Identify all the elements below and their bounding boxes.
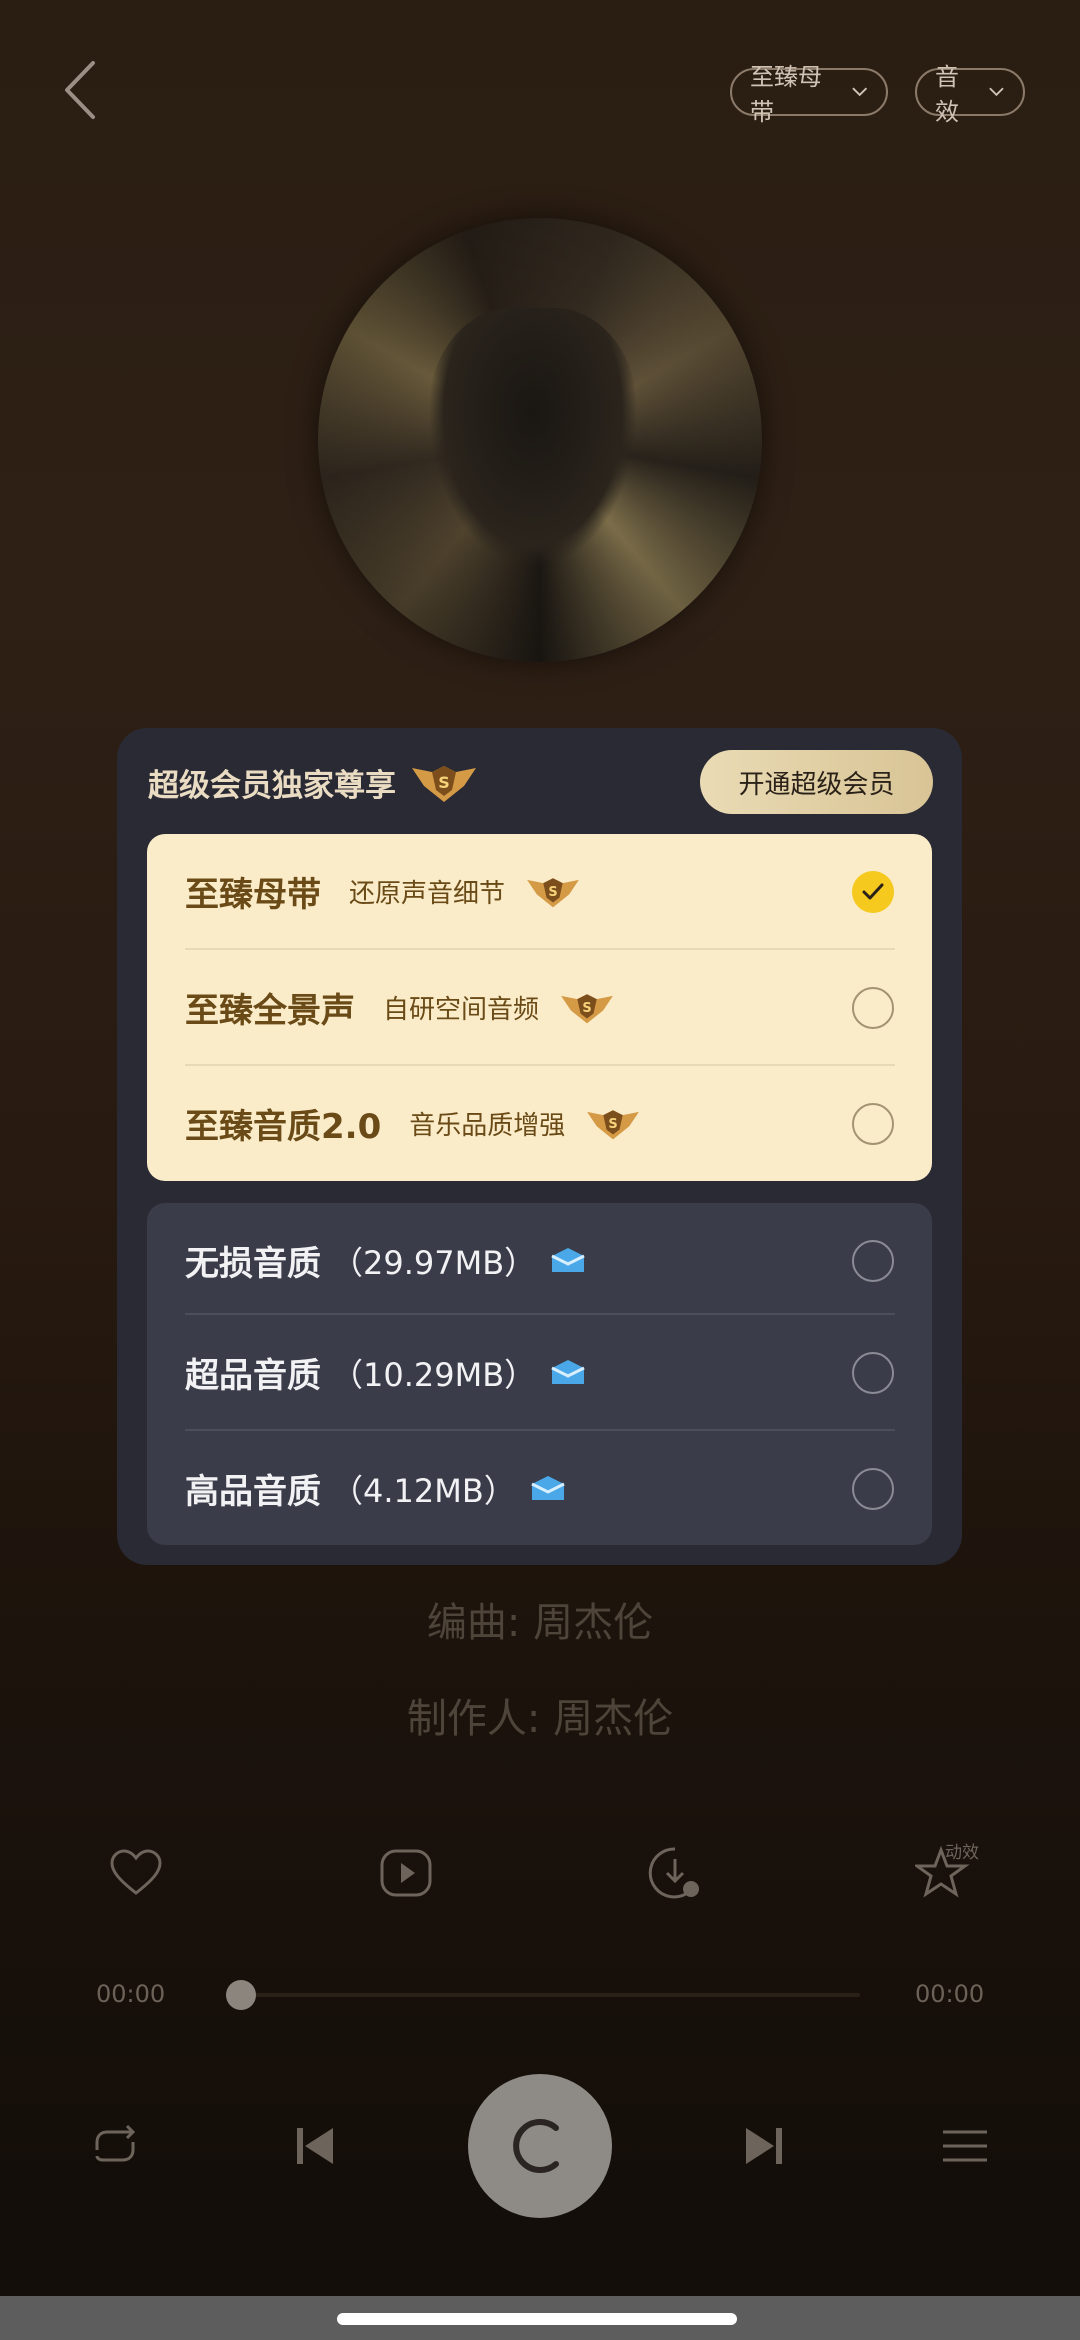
effect-chip-label: 音效 (935, 63, 959, 126)
quality-option-row[interactable]: 至臻音质2.0 音乐品质增强 S (147, 1066, 932, 1181)
repeat-icon[interactable] (85, 2116, 145, 2176)
quality-option-subtitle: 自研空间音频 (383, 995, 540, 1025)
quality-option-content: 至臻音质2.0 音乐品质增强 S (185, 1099, 641, 1148)
chevron-left-icon (65, 61, 95, 119)
sheet-title-row: 超级会员独家尊享 S (148, 760, 478, 805)
next-track-icon[interactable] (734, 2116, 794, 2176)
svip-badge-icon: S (561, 993, 613, 1023)
vip-disc-icon (531, 1475, 565, 1500)
download-icon[interactable] (645, 1843, 705, 1903)
quality-option-size: （10.29MB） (331, 1355, 537, 1394)
quality-option-title: 超品音质 (185, 1356, 321, 1396)
quality-option-title: 至臻母带 (185, 875, 321, 915)
video-play-icon[interactable] (376, 1843, 436, 1903)
quality-option-size: （4.12MB） (331, 1471, 516, 1510)
svg-text:S: S (548, 885, 557, 900)
effect-badge: 动效 (945, 1843, 979, 1863)
svg-text:S: S (438, 773, 450, 792)
radio-unselected[interactable] (852, 1467, 894, 1510)
quality-option-title: 高品音质 (185, 1472, 321, 1512)
quality-option-content: 至臻母带 还原声音细节 S (185, 867, 581, 916)
quality-option-row[interactable]: 无损音质 （29.97MB） (147, 1203, 932, 1318)
quality-option-title: 至臻全景声 (185, 991, 355, 1031)
quality-option-content: 高品音质 （4.12MB） (185, 1464, 568, 1513)
svip-badge-icon: S (587, 1109, 640, 1139)
progress-track[interactable] (240, 1993, 860, 1997)
open-svip-button[interactable]: 开通超级会员 (700, 750, 933, 814)
quality-option-title: 至臻音质2.0 (185, 1107, 382, 1147)
previous-track-icon[interactable] (285, 2116, 345, 2176)
sound-effect-chip[interactable]: 音效 (915, 63, 1025, 126)
album-cover-figure (428, 308, 638, 568)
current-time: 00:00 (96, 1980, 166, 2008)
quality-option-content: 超品音质 （10.29MB） (185, 1348, 588, 1397)
svg-text:S: S (609, 1117, 618, 1132)
producer-credit: 制作人: 周杰伦 (406, 1696, 674, 1742)
quality-option-row[interactable]: 高品音质 （4.12MB） (147, 1431, 932, 1546)
check-icon (862, 883, 884, 899)
loading-spinner-icon (513, 2119, 559, 2173)
play-pause-button[interactable] (468, 2074, 612, 2218)
svip-badge-icon: S (412, 765, 476, 802)
chevron-down-icon (989, 87, 1004, 97)
radio-unselected[interactable] (852, 1239, 894, 1282)
home-indicator[interactable] (337, 2313, 737, 2325)
quality-option-subtitle: 音乐品质增强 (409, 1111, 566, 1141)
radio-selected[interactable] (852, 870, 894, 913)
playlist-menu-icon[interactable] (935, 2116, 995, 2176)
quality-chip-label: 至臻母带 (750, 63, 822, 126)
quality-option-row[interactable]: 至臻全景声 自研空间音频 S (147, 950, 932, 1065)
radio-unselected[interactable] (852, 986, 894, 1029)
premium-quality-card: 至臻母带 还原声音细节 S 至臻全景声 自研空间音频 S 至臻音质2.0 音乐品… (147, 834, 932, 1181)
chevron-down-icon (851, 87, 867, 97)
progress-thumb[interactable] (226, 1980, 256, 2010)
heart-icon[interactable] (106, 1843, 166, 1903)
quality-option-content: 至臻全景声 自研空间音频 S (185, 983, 615, 1032)
quality-option-content: 无损音质 （29.97MB） (185, 1236, 588, 1285)
quality-option-row[interactable]: 超品音质 （10.29MB） (147, 1315, 932, 1430)
quality-selector-chip[interactable]: 至臻母带 (730, 63, 888, 126)
total-time: 00:00 (915, 1980, 985, 2008)
quality-option-subtitle: 还原声音细节 (349, 879, 506, 909)
album-cover[interactable] (318, 218, 762, 662)
sheet-title: 超级会员独家尊享 (148, 768, 396, 804)
svg-text:S: S (582, 1001, 591, 1016)
vip-disc-icon (551, 1247, 585, 1272)
animation-effect-button[interactable]: 动效 (915, 1838, 995, 1908)
arranger-credit: 编曲: 周杰伦 (426, 1600, 654, 1646)
quality-option-size: （29.97MB） (331, 1243, 537, 1282)
standard-quality-card: 无损音质 （29.97MB） 超品音质 （10.29MB） 高品音质 （4.12… (147, 1203, 932, 1545)
back-button[interactable] (55, 55, 115, 125)
quality-option-title: 无损音质 (185, 1244, 321, 1284)
radio-unselected[interactable] (852, 1102, 894, 1145)
vip-disc-icon (551, 1359, 585, 1384)
svip-badge-icon: S (527, 877, 579, 907)
radio-unselected[interactable] (852, 1351, 894, 1394)
quality-option-row[interactable]: 至臻母带 还原声音细节 S (147, 834, 932, 949)
